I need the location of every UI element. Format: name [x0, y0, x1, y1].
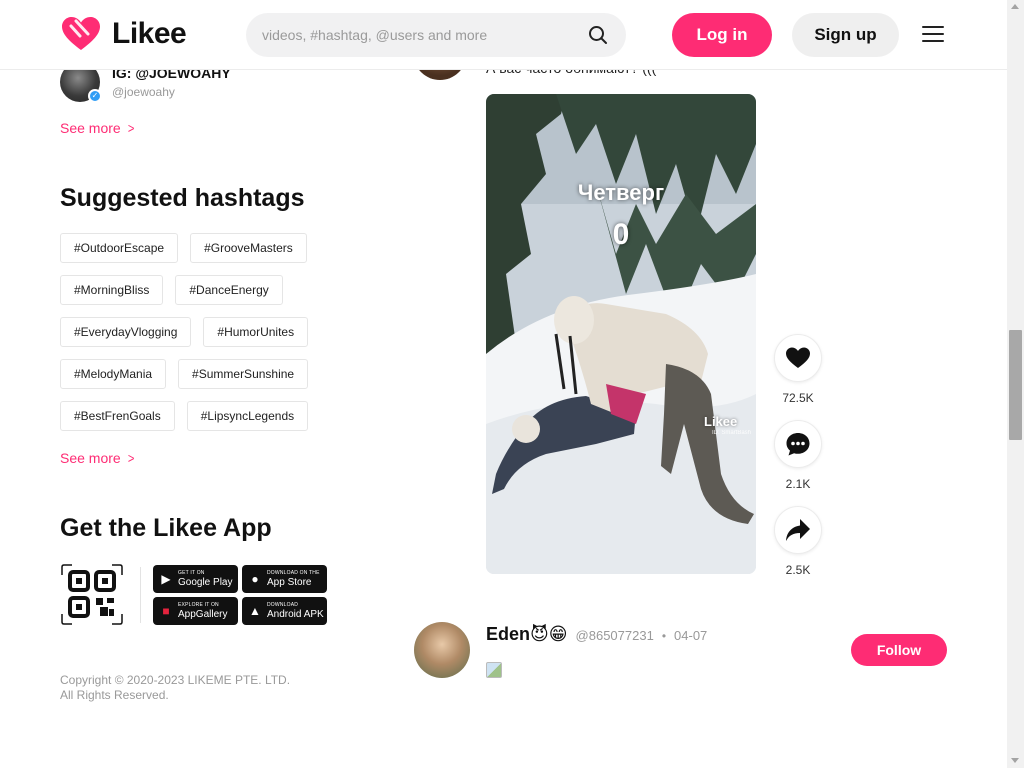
like-action: 72.5K: [774, 334, 822, 405]
post-author-handle: @865077231: [575, 628, 654, 643]
video-frame: [486, 94, 756, 574]
scrollbar-thumb[interactable]: [1009, 330, 1022, 440]
chevron-right-icon: >: [127, 450, 135, 466]
video-watermark-id: ID: SmartBash: [712, 430, 752, 436]
share-action: 2.5K: [774, 506, 822, 577]
share-count: 2.5K: [785, 563, 811, 577]
search-input[interactable]: [262, 13, 582, 57]
login-button[interactable]: Log in: [672, 13, 772, 57]
like-count: 72.5K: [782, 391, 814, 405]
video-overlay-count: 0: [612, 218, 630, 251]
app-section-title: Get the Likee App: [60, 514, 272, 542]
heart-logo-icon: [62, 17, 100, 50]
scroll-up-arrow-icon[interactable]: [1011, 4, 1019, 9]
post-author: Eden😈😁 @865077231 • 04-07: [486, 624, 707, 645]
hashtag-tag[interactable]: #BestFrenGoals: [60, 401, 175, 431]
see-more-label: See more: [60, 450, 121, 466]
like-button[interactable]: [774, 334, 822, 382]
scroll-down-arrow-icon[interactable]: [1011, 758, 1019, 763]
suggested-user-handle: @joewoahy: [112, 85, 175, 99]
see-more-users-link[interactable]: See more >: [60, 120, 135, 136]
menu-icon[interactable]: [922, 26, 944, 44]
verified-icon: ✓: [88, 89, 102, 103]
see-more-hashtags-link[interactable]: See more >: [60, 450, 135, 466]
appgallery-badge[interactable]: ■ EXPLORE IT ON AppGallery: [153, 597, 238, 625]
follow-button[interactable]: Follow: [851, 634, 947, 666]
badge-small-text: DOWNLOAD ON THE: [267, 569, 320, 576]
scrollbar[interactable]: [1007, 0, 1024, 768]
badge-small-text: DOWNLOAD: [267, 601, 299, 608]
hashtag-tag[interactable]: #MorningBliss: [60, 275, 164, 305]
chevron-right-icon: >: [127, 120, 135, 136]
badge-small-text: GET IT ON: [178, 569, 205, 576]
video-player[interactable]: Четверг 0 Likee ID: SmartBash: [486, 94, 756, 574]
copyright: Copyright © 2020-2023 LIKEME PTE. LTD. A…: [60, 673, 290, 703]
badge-big-text: Google Play: [178, 576, 233, 588]
post-date: 04-07: [674, 628, 708, 643]
search-icon[interactable]: [588, 25, 608, 45]
hashtag-tag[interactable]: #SummerSunshine: [178, 359, 309, 389]
image-placeholder-icon: [486, 662, 502, 678]
hashtag-tag[interactable]: #DanceEnergy: [175, 275, 283, 305]
copyright-line: All Rights Reserved.: [60, 688, 169, 702]
hashtag-tag[interactable]: #MelodyMania: [60, 359, 167, 389]
logo-text: Likee: [112, 17, 187, 50]
huawei-icon: ■: [162, 604, 170, 618]
hashtag-tag[interactable]: #OutdoorEscape: [60, 233, 179, 263]
video-watermark: Likee: [704, 414, 738, 429]
header: Likee Log in Sign up: [0, 0, 1007, 70]
hashtag-list: #OutdoorEscape #GrooveMasters #MorningBl…: [60, 233, 360, 443]
store-badges: ▶ GET IT ON Google Play ● DOWNLOAD ON THE…: [153, 565, 327, 625]
badge-small-text: EXPLORE IT ON: [178, 601, 219, 608]
badge-big-text: App Store: [267, 576, 312, 588]
logo[interactable]: Likee: [60, 16, 187, 52]
hashtag-tag[interactable]: #LipsyncLegends: [186, 401, 309, 431]
comment-button[interactable]: [774, 420, 822, 468]
comment-count: 2.1K: [785, 477, 811, 491]
copyright-line: Copyright © 2020-2023 LIKEME PTE. LTD.: [60, 673, 291, 687]
qr-code-icon: [61, 564, 123, 625]
android-icon: ▲: [249, 604, 261, 618]
heart-icon: [786, 347, 810, 368]
hashtag-tag[interactable]: #EverydayVlogging: [60, 317, 192, 347]
separator-dot: •: [661, 629, 667, 643]
hashtags-title: Suggested hashtags: [60, 184, 305, 212]
badge-big-text: Android APK: [267, 608, 324, 620]
hashtag-tag[interactable]: #HumorUnites: [203, 317, 309, 347]
avatar[interactable]: [414, 622, 470, 678]
google-play-badge[interactable]: ▶ GET IT ON Google Play: [153, 565, 238, 593]
video-overlay-title: Четверг: [577, 180, 665, 205]
see-more-label: See more: [60, 120, 121, 136]
comment-action: 2.1K: [774, 420, 822, 491]
post-author-name[interactable]: Eden😈😁: [486, 624, 568, 645]
search-bar: [246, 13, 626, 57]
google-play-icon: ▶: [161, 572, 171, 586]
share-icon: [786, 519, 810, 541]
sidebar: ✓ IG: @JOEWOAHY @joewoahy See more > Sug…: [60, 0, 360, 768]
divider: [140, 567, 141, 623]
page: Likee Log in Sign up ✓ IG: @JOEWOAHY @jo…: [0, 0, 1024, 768]
hashtag-tag[interactable]: #GrooveMasters: [190, 233, 307, 263]
share-button[interactable]: [774, 506, 822, 554]
apple-icon: ●: [251, 572, 259, 586]
app-store-badge[interactable]: ● DOWNLOAD ON THE App Store: [242, 565, 327, 593]
android-apk-badge[interactable]: ▲ DOWNLOAD Android APK: [242, 597, 327, 625]
badge-big-text: AppGallery: [178, 608, 228, 620]
comment-icon: [786, 433, 810, 456]
signup-button[interactable]: Sign up: [792, 13, 899, 57]
